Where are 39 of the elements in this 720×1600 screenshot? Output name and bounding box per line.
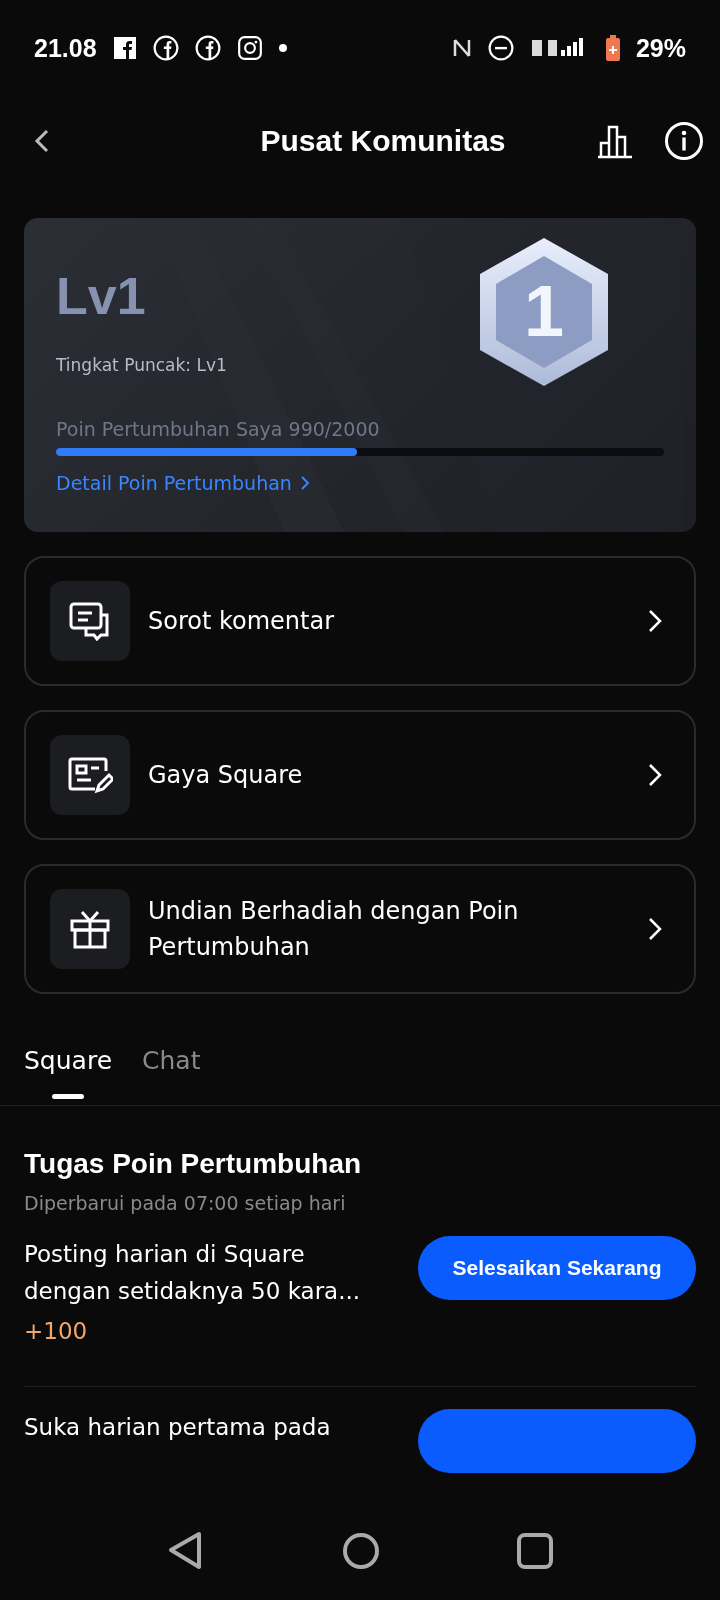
page-title: Pusat Komunitas: [259, 124, 507, 158]
tab[interactable]: Square: [24, 1036, 112, 1105]
dot-icon: [278, 44, 287, 52]
do-not-disturb-icon: [487, 35, 514, 61]
complete-button[interactable]: Selesaikan Sekarang: [418, 1236, 696, 1300]
peak-level: Tingkat Puncak: Lv1: [56, 355, 227, 376]
gift-icon: [69, 908, 111, 950]
menu-item[interactable]: Undian Berhadiah dengan Poin Pertumbuhan: [24, 864, 696, 994]
menu-label: Gaya Square: [148, 760, 304, 791]
task-reward: +100: [24, 1317, 89, 1344]
growth-points-label: Poin Pertumbuhan Saya 990/2000: [56, 418, 381, 440]
home-nav-icon[interactable]: [342, 1532, 380, 1570]
battery-percentage: 29%: [635, 33, 686, 63]
task-title: Suka harian pertama pada: [24, 1412, 332, 1442]
chart-icon[interactable]: [596, 123, 634, 159]
tab[interactable]: Chat: [142, 1036, 201, 1105]
comment-icon: [68, 601, 112, 641]
facebook-icon: [152, 35, 179, 61]
info-icon[interactable]: [664, 121, 704, 161]
task-title: Posting harian di Square dengan setidaknya 50 kara...: [24, 1240, 362, 1306]
back-button[interactable]: [34, 128, 50, 154]
menu-item[interactable]: Sorot komentar: [24, 556, 696, 686]
battery-icon: [605, 35, 620, 61]
menu-item[interactable]: Gaya Square: [24, 710, 696, 840]
chevron-right-icon: [648, 763, 662, 787]
section-title: Tugas Poin Pertumbuhan: [24, 1148, 363, 1180]
level-text: Lv1: [56, 268, 147, 326]
status-time: 21.08: [34, 33, 97, 63]
chevron-right-icon: [648, 917, 662, 941]
detail-link[interactable]: Detail Poin Pertumbuhan: [56, 472, 312, 494]
section-subtitle: Diperbarui pada 07:00 setiap hari: [24, 1192, 347, 1214]
instagram-icon: [236, 35, 263, 61]
chevron-right-icon: [648, 609, 662, 633]
menu-label: Undian Berhadiah dengan Poin Pertumbuhan: [148, 896, 520, 963]
id-card-pen-icon: [67, 755, 113, 795]
facebook-square-icon: [112, 36, 137, 60]
recents-nav-icon[interactable]: [516, 1532, 554, 1570]
menu-label: Sorot komentar: [148, 606, 336, 637]
facebook-icon: [194, 35, 221, 61]
